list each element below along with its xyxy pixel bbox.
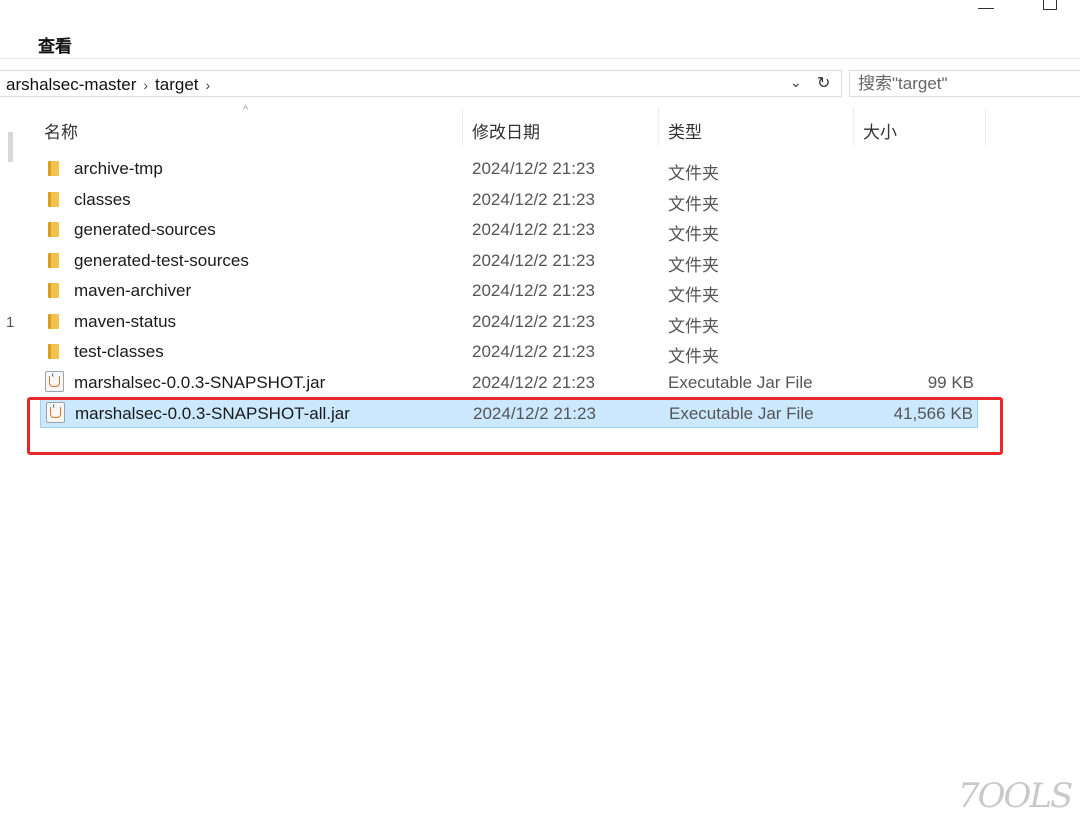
- maximize-button[interactable]: [1043, 0, 1057, 10]
- folder-icon: [48, 191, 59, 207]
- file-type: 文件夹: [668, 316, 719, 336]
- file-date: 2024/12/2 21:23: [472, 220, 595, 239]
- watermark-logo: 7OOLS: [958, 776, 1073, 816]
- file-row[interactable]: maven-status 2024/12/2 21:23 文件夹: [40, 307, 978, 337]
- folder-icon: [48, 313, 59, 329]
- column-header-size[interactable]: 大小: [863, 118, 897, 143]
- chevron-down-icon[interactable]: ⌄: [790, 74, 802, 91]
- column-header-name[interactable]: 名称: [44, 118, 78, 143]
- column-divider[interactable]: [853, 108, 854, 146]
- file-type: 文件夹: [668, 225, 719, 244]
- column-header-date[interactable]: 修改日期: [472, 118, 540, 143]
- breadcrumb: arshalsec-master › target ›: [6, 75, 217, 95]
- ribbon-tab-view[interactable]: 查看: [38, 32, 72, 57]
- file-date: 2024/12/2 21:23: [472, 281, 595, 300]
- file-date: 2024/12/2 21:23: [472, 342, 595, 361]
- refresh-icon[interactable]: ↻: [817, 73, 830, 93]
- breadcrumb-item-marshalsec-master[interactable]: arshalsec-master: [6, 75, 136, 94]
- file-name: generated-sources: [74, 220, 216, 239]
- annotation-highlight-box: [27, 397, 1003, 455]
- breadcrumb-separator-icon[interactable]: ›: [143, 77, 148, 93]
- file-name: maven-archiver: [74, 281, 192, 300]
- file-type: Executable Jar File: [668, 372, 813, 392]
- folder-icon: [48, 222, 59, 237]
- column-divider[interactable]: [985, 108, 986, 146]
- address-bar[interactable]: arshalsec-master › target › ⌄ ↻: [0, 70, 842, 97]
- file-name: classes: [74, 189, 131, 209]
- file-row[interactable]: generated-test-sources 2024/12/2 21:23 文…: [40, 246, 978, 276]
- file-name: test-classes: [74, 342, 164, 361]
- file-row[interactable]: generated-sources 2024/12/2 21:23 文件夹: [40, 215, 978, 245]
- file-row[interactable]: test-classes 2024/12/2 21:23 文件夹: [40, 337, 978, 367]
- file-date: 2024/12/2 21:23: [472, 250, 595, 270]
- breadcrumb-item-target[interactable]: target: [155, 75, 198, 94]
- folder-icon: [48, 344, 59, 359]
- java-jar-icon: [45, 370, 64, 392]
- breadcrumb-separator-icon[interactable]: ›: [206, 77, 211, 93]
- file-type: 文件夹: [668, 286, 719, 305]
- column-header-type[interactable]: 类型: [668, 118, 702, 143]
- search-input[interactable]: [850, 71, 1080, 96]
- column-divider[interactable]: [462, 108, 463, 146]
- file-type: 文件夹: [668, 194, 719, 214]
- folder-icon: [48, 283, 59, 298]
- file-date: 2024/12/2 21:23: [472, 189, 595, 209]
- file-row[interactable]: marshalsec-0.0.3-SNAPSHOT.jar 2024/12/2 …: [40, 368, 978, 398]
- file-row[interactable]: classes 2024/12/2 21:23 文件夹: [40, 185, 978, 215]
- file-row[interactable]: archive-tmp 2024/12/2 21:23 文件夹: [40, 154, 978, 184]
- file-name: archive-tmp: [74, 159, 163, 178]
- file-date: 2024/12/2 21:23: [472, 159, 595, 178]
- ribbon-divider: [0, 58, 1080, 59]
- minimize-button[interactable]: [978, 0, 994, 9]
- file-name: marshalsec-0.0.3-SNAPSHOT.jar: [74, 372, 326, 392]
- column-divider[interactable]: [658, 108, 659, 146]
- file-type: 文件夹: [668, 255, 719, 275]
- file-name: maven-status: [74, 311, 177, 331]
- folder-icon: [48, 252, 59, 268]
- file-date: 2024/12/2 21:23: [472, 372, 595, 392]
- file-row[interactable]: maven-archiver 2024/12/2 21:23 文件夹: [40, 276, 978, 306]
- file-type: 文件夹: [668, 347, 719, 366]
- column-header-row: ^ 名称 修改日期 类型 大小: [0, 104, 1080, 148]
- search-box[interactable]: [849, 70, 1080, 97]
- folder-icon: [48, 161, 59, 176]
- nav-pane-label: 1: [6, 314, 15, 331]
- file-size: 99 KB: [927, 372, 974, 392]
- file-name: generated-test-sources: [74, 250, 249, 270]
- file-date: 2024/12/2 21:23: [472, 311, 595, 331]
- file-type: 文件夹: [668, 164, 719, 183]
- sort-ascending-icon: ^: [243, 104, 249, 116]
